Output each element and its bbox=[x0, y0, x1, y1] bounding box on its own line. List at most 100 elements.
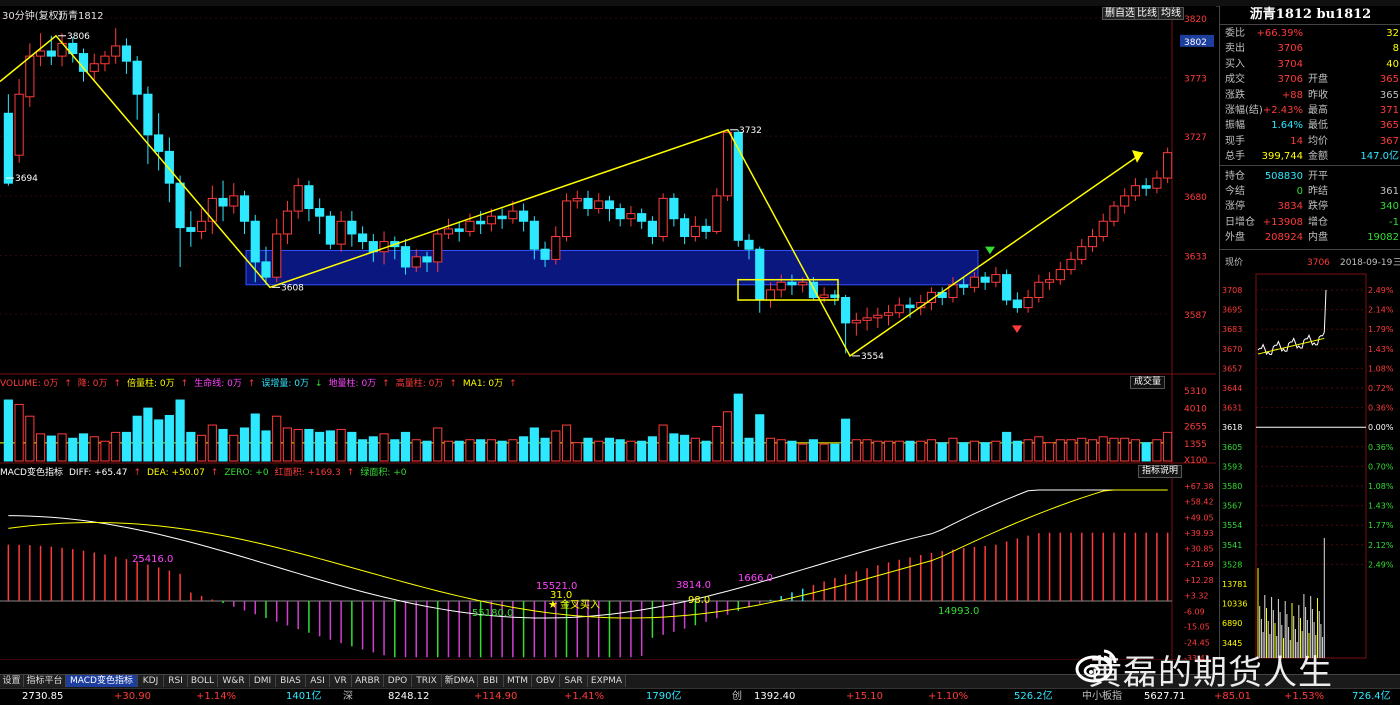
volume-bar bbox=[164, 414, 174, 462]
volume-bar bbox=[519, 436, 529, 462]
mini-left-axis-label: 3670 bbox=[1222, 345, 1242, 354]
legend-item: 生命线: 0万 bbox=[194, 379, 242, 389]
volume-bar bbox=[433, 427, 443, 462]
volume-bar bbox=[35, 433, 46, 462]
volume-bar bbox=[626, 440, 636, 462]
remove-favorite-button[interactable]: 删自选 bbox=[1102, 7, 1138, 20]
volume-bar bbox=[282, 427, 293, 462]
quote-value: 399,744 bbox=[1261, 151, 1303, 163]
ma-button[interactable]: 均线 bbox=[1158, 7, 1184, 20]
legend-item: ↑ bbox=[449, 379, 457, 389]
legend-item: ↑ bbox=[509, 379, 517, 389]
quote-value: 371 bbox=[1379, 105, 1399, 116]
quote-label: 增仓 bbox=[1308, 216, 1328, 228]
mini-right-axis-label: 1.08% bbox=[1368, 482, 1394, 491]
volume-bar bbox=[798, 443, 808, 462]
volume-bar bbox=[765, 437, 776, 462]
indicator-tab[interactable]: OBV bbox=[532, 675, 560, 687]
volume-bar bbox=[551, 430, 561, 462]
macd-axis-label: +58.42 bbox=[1184, 497, 1214, 506]
quote-value: 365 bbox=[1379, 89, 1399, 101]
volume-bar bbox=[1130, 439, 1141, 462]
macd-axis-label: +49.05 bbox=[1184, 513, 1214, 522]
quote-label: 金额 bbox=[1308, 151, 1328, 163]
candle bbox=[658, 193, 668, 242]
mini-left-axis-label: 10336 bbox=[1222, 600, 1247, 609]
legend-item: ↑ bbox=[210, 468, 219, 478]
indicator-tab[interactable]: DMI bbox=[250, 675, 276, 687]
macd-annotation: 98.0 bbox=[688, 595, 710, 606]
indicator-tab[interactable]: W&R bbox=[218, 675, 250, 687]
indicator-tab[interactable]: TRIX bbox=[412, 675, 442, 687]
quote-label: 卖出 bbox=[1225, 43, 1245, 55]
volume-bar bbox=[712, 426, 722, 462]
mini-right-axis-label: 2.12% bbox=[1368, 541, 1394, 550]
indicator-tab[interactable]: 新DMA bbox=[442, 675, 478, 687]
status-item: +15.10 bbox=[846, 691, 884, 702]
volume-axis-label: X100 bbox=[1184, 456, 1208, 466]
indicator-tab[interactable]: EXPMA bbox=[588, 675, 626, 687]
macd-axis-label: -6.09 bbox=[1184, 607, 1205, 616]
legend-item: MACD变色指标 bbox=[0, 468, 63, 478]
mini-right-axis-label: 2.14% bbox=[1368, 306, 1394, 315]
quote-label: 今结 bbox=[1225, 186, 1245, 197]
status-item: 1392.40 bbox=[754, 691, 796, 702]
quote-value: +2.43% bbox=[1262, 105, 1303, 116]
macd-annotation: 1666.0 bbox=[738, 573, 773, 584]
quote-label: 开盘 bbox=[1308, 74, 1328, 86]
quote-value: 3706 bbox=[1277, 43, 1303, 55]
volume-bar bbox=[572, 442, 582, 462]
period-label: 30分钟(复权) bbox=[2, 11, 63, 22]
indicator-tab[interactable]: SAR bbox=[560, 675, 588, 687]
macd-annotation: 25416.0 bbox=[132, 554, 173, 565]
mini-right-axis-label: 1.43% bbox=[1368, 345, 1394, 354]
indicator-tab[interactable]: BOLL bbox=[188, 675, 218, 687]
volume-bar bbox=[186, 431, 196, 462]
indicator-tab[interactable]: 指标平台 bbox=[24, 675, 66, 687]
macd-axis-label: +3.32 bbox=[1184, 591, 1209, 600]
volume-bar bbox=[78, 433, 89, 462]
quote-value: 32 bbox=[1386, 28, 1399, 39]
extreme-price-label: 3806 bbox=[67, 32, 90, 42]
quote-row: 振幅 1.64% 最低 365 bbox=[1220, 118, 1400, 133]
volume-bar bbox=[1163, 431, 1173, 462]
indicator-tab[interactable]: RSI bbox=[164, 675, 188, 687]
indicator-help-button[interactable]: 指标说明 bbox=[1138, 465, 1183, 478]
price-axis-label: 3773 bbox=[1184, 75, 1207, 85]
indicator-tab[interactable]: MTM bbox=[504, 675, 532, 687]
compare-button[interactable]: 比线 bbox=[1134, 7, 1160, 20]
kline-chart[interactable]: 3820377337273680363335873802380636943608… bbox=[0, 6, 1216, 660]
volume-bar bbox=[959, 442, 969, 462]
volume-bar bbox=[873, 440, 883, 462]
indicator-tab[interactable]: DPO bbox=[384, 675, 412, 687]
indicator-tab[interactable]: BIAS bbox=[276, 675, 306, 687]
intraday-mini-chart[interactable]: 3708 3695 3683 3670 3657 3644 3631 3618 3605 3593… bbox=[1220, 272, 1400, 660]
volume-bar bbox=[347, 431, 357, 462]
quote-label: 涨跌 bbox=[1225, 89, 1245, 101]
volume-bar bbox=[937, 442, 947, 462]
quote-row: 日增仓 +13908 增仓 -1 bbox=[1220, 215, 1400, 230]
indicator-tab[interactable]: VR bbox=[330, 675, 352, 687]
volume-indicator-button[interactable]: 成交量 bbox=[1130, 376, 1166, 389]
quote-value: 365 bbox=[1379, 74, 1399, 86]
volume-bar bbox=[443, 440, 454, 462]
volume-bar bbox=[454, 440, 464, 462]
volume-bar bbox=[175, 399, 185, 462]
indicator-tab[interactable]: ASI bbox=[306, 675, 330, 687]
indicator-tab[interactable]: BBI bbox=[478, 675, 504, 687]
volume-bar bbox=[980, 442, 990, 462]
indicator-tab[interactable]: 设置 bbox=[0, 675, 24, 687]
quote-row: 成交 3706 开盘 365 bbox=[1220, 72, 1400, 87]
legend-item: DEA: +50.07 bbox=[146, 468, 205, 478]
volume-bar bbox=[121, 431, 132, 462]
mini-left-axis-label: 6890 bbox=[1222, 619, 1242, 628]
indicator-tab[interactable]: KDJ bbox=[138, 675, 164, 687]
indicator-tab[interactable]: MACD变色指标 bbox=[66, 675, 138, 687]
volume-bar bbox=[529, 427, 539, 462]
volume-bar bbox=[969, 440, 980, 462]
volume-bar bbox=[1066, 439, 1076, 462]
indicator-tab[interactable]: ARBR bbox=[352, 675, 384, 687]
quote-label: 开平 bbox=[1308, 170, 1328, 182]
legend-item: 倍量柱: 0万 bbox=[127, 379, 175, 389]
volume-bar bbox=[540, 437, 550, 462]
